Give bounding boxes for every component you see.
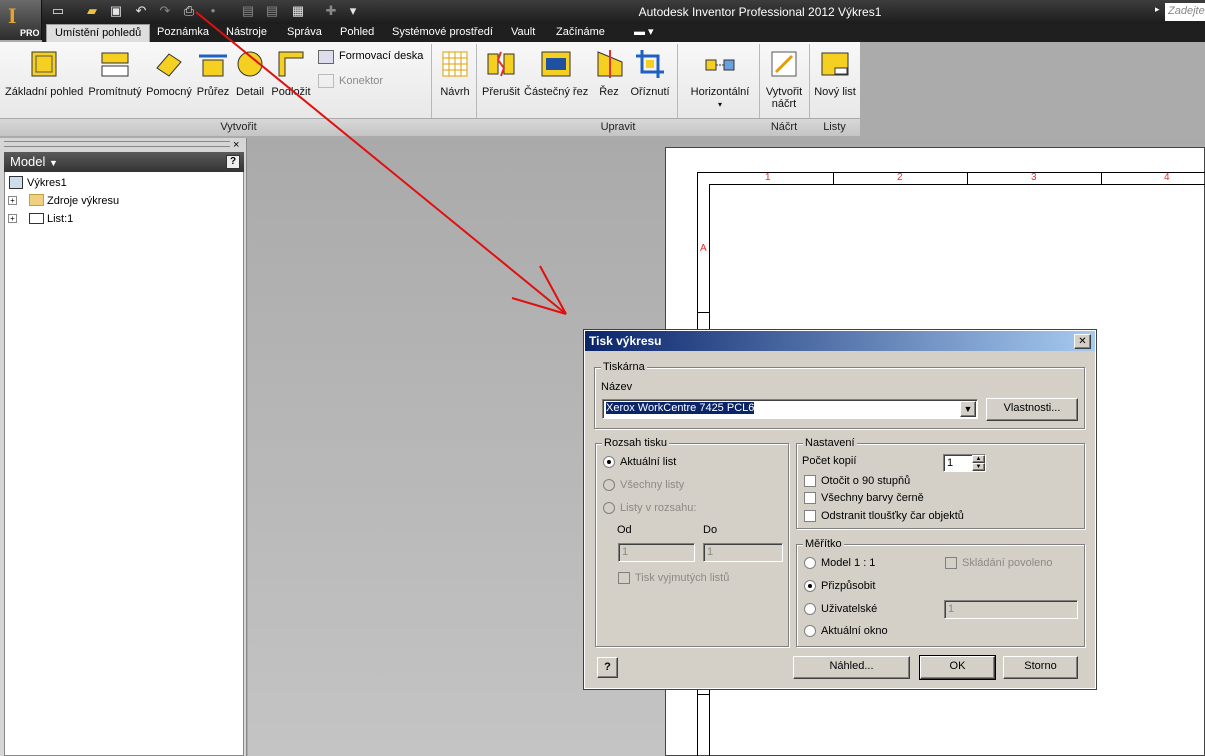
all-sheets-label: Všechny listy (620, 479, 685, 491)
printer-name-label: Název (601, 381, 633, 393)
spin-down-icon[interactable]: ▼ (972, 463, 985, 471)
sheets-range-label: Listy v rozsahu: (620, 502, 697, 514)
to-label: Do (703, 524, 718, 536)
rotate-checkbox[interactable] (804, 475, 816, 487)
dialog-title: Tisk výkresu (585, 331, 1095, 351)
fit-label: Přizpůsobit (821, 580, 876, 592)
from-label: Od (617, 524, 632, 536)
print-dialog: Tisk výkresu ✕ Tiskárna Název Xerox Work… (583, 329, 1097, 690)
radio-fit[interactable] (804, 580, 816, 592)
spin-up-icon[interactable]: ▲ (972, 455, 985, 463)
current-sheet-label: Aktuální list (620, 456, 677, 468)
scale-title: Měřítko (803, 538, 844, 550)
custom-label: Uživatelské (821, 603, 878, 615)
help-button[interactable]: ? (597, 657, 618, 678)
remove-lineweights-checkbox[interactable] (804, 510, 816, 522)
current-window-label: Aktuální okno (821, 625, 888, 637)
settings-title: Nastavení (803, 437, 857, 449)
tiling-checkbox[interactable] (945, 557, 957, 569)
radio-current-sheet[interactable] (603, 456, 615, 468)
to-input[interactable]: 1 (703, 543, 783, 562)
close-icon[interactable]: ✕ (1074, 334, 1091, 349)
model-1-1-label: Model 1 : 1 (821, 557, 876, 569)
radio-custom[interactable] (804, 603, 816, 615)
print-excluded-label: Tisk vyjmutých listů (635, 572, 730, 584)
radio-sheets-in-range[interactable] (603, 502, 615, 514)
all-black-label: Všechny barvy černě (821, 492, 924, 504)
custom-scale-input[interactable]: 1 (944, 600, 1078, 619)
preview-button[interactable]: Náhled... (793, 656, 910, 679)
radio-all-sheets[interactable] (603, 479, 615, 491)
printer-select-value: Xerox WorkCentre 7425 PCL6 (606, 402, 755, 414)
print-range-title: Rozsah tisku (602, 437, 669, 449)
radio-model-1-1[interactable] (804, 557, 816, 569)
copies-label: Počet kopií (802, 455, 857, 467)
properties-button[interactable]: Vlastnosti... (986, 398, 1078, 421)
tiling-label: Skládání povoleno (962, 557, 1053, 569)
all-black-checkbox[interactable] (804, 492, 816, 504)
from-input[interactable]: 1 (618, 543, 695, 562)
print-excluded-checkbox[interactable] (618, 572, 630, 584)
cancel-button[interactable]: Storno (1003, 656, 1078, 679)
printer-select[interactable]: Xerox WorkCentre 7425 PCL6 (602, 399, 978, 419)
ok-button[interactable]: OK (919, 655, 996, 680)
rotate-label: Otočit o 90 stupňů (821, 475, 911, 487)
printer-group-title: Tiskárna (601, 361, 647, 373)
radio-current-window[interactable] (804, 625, 816, 637)
remove-lineweights-label: Odstranit tloušťky čar objektů (821, 510, 964, 522)
chevron-down-icon[interactable]: ▼ (960, 401, 976, 417)
